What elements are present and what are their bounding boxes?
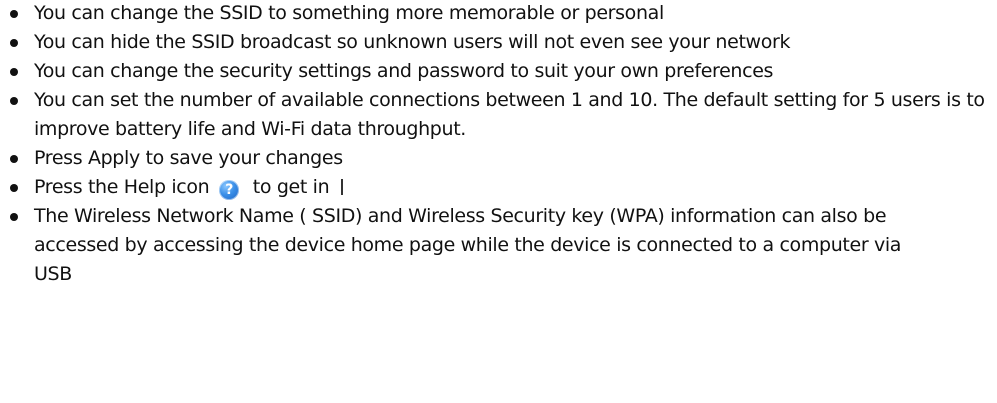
list-item: You can hide the SSID broadcast so unkno… — [0, 28, 939, 57]
bullet-list: You can change the SSID to something mor… — [0, 0, 997, 289]
list-item-text-before-icon: Press the Help icon — [34, 176, 210, 198]
list-item-text: You can hide the SSID broadcast so unkno… — [34, 31, 791, 53]
help-question-icon[interactable]: ? — [219, 180, 240, 200]
bullet-icon — [10, 213, 18, 221]
bullet-icon — [10, 10, 18, 18]
list-item-text-after-icon: to get in — [252, 176, 330, 198]
bullet-icon — [10, 184, 18, 192]
list-item-text: You can change the SSID to something mor… — [34, 2, 664, 24]
document-page: You can change the SSID to something mor… — [0, 0, 997, 403]
list-item: Press the Help icon ? to get in — [0, 173, 989, 202]
text-cutoff-mark — [341, 179, 344, 195]
bullet-icon — [10, 39, 18, 47]
bullet-icon — [10, 155, 18, 163]
list-item-text: You can change the security settings and… — [34, 60, 774, 82]
list-item: You can change the security settings and… — [0, 57, 989, 86]
list-item: The Wireless Network Name ( SSID) and Wi… — [0, 202, 914, 289]
list-item: Press Apply to save your changes — [0, 144, 989, 173]
bullet-icon — [10, 97, 18, 105]
list-item-text: You can set the number of available conn… — [34, 89, 985, 140]
list-item-text: The Wireless Network Name ( SSID) and Wi… — [34, 205, 902, 285]
list-item-text: Press Apply to save your changes — [34, 147, 343, 169]
list-item: You can change the SSID to something mor… — [0, 0, 989, 28]
bullet-icon — [10, 68, 18, 76]
list-item: You can set the number of available conn… — [0, 86, 989, 144]
